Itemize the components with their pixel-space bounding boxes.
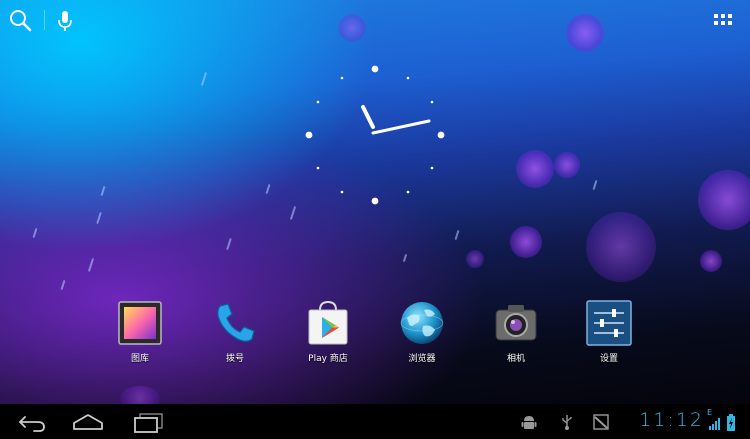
app-label: 图库 (130, 354, 149, 364)
wallpaper-streak (60, 279, 66, 291)
clock-hour-dots (305, 65, 445, 205)
wallpaper-streak (96, 211, 102, 225)
wallpaper-streak (226, 237, 232, 251)
play-store-icon (303, 298, 353, 348)
analog-clock-widget[interactable] (295, 55, 455, 215)
wallpaper-streak (592, 179, 598, 191)
app-label: 相机 (506, 354, 525, 364)
wallpaper-streak (32, 227, 38, 239)
app-play-store[interactable]: Play 商店 (288, 298, 368, 364)
app-camera[interactable]: 相机 (476, 298, 556, 364)
phone-icon (210, 298, 260, 348)
app-label: 浏览器 (408, 354, 436, 364)
wallpaper-streak (402, 253, 408, 263)
home-screen: 图库 拨号 Play 商店 浏览器 相机 设置 11:12 E (0, 0, 750, 439)
wallpaper-bokeh (698, 170, 750, 230)
app-settings[interactable]: 设置 (569, 298, 649, 364)
signal-strength-icon (708, 416, 722, 430)
wallpaper-bokeh (516, 150, 554, 188)
camera-icon (491, 298, 541, 348)
wallpaper-bokeh (554, 152, 580, 178)
system-bar: 11:12 E (0, 404, 750, 439)
browser-globe-icon (397, 298, 447, 348)
app-label: 设置 (599, 354, 618, 364)
back-icon[interactable] (12, 410, 52, 434)
microphone-icon[interactable] (52, 8, 78, 34)
wallpaper-streak (265, 183, 271, 195)
search-icon[interactable] (8, 8, 34, 34)
app-label: Play 商店 (308, 354, 348, 364)
usb-icon (558, 413, 576, 431)
app-browser[interactable]: 浏览器 (382, 298, 462, 364)
wallpaper-bokeh (338, 14, 366, 42)
wallpaper-bokeh (510, 226, 542, 258)
clock-minute-hand (371, 119, 431, 135)
wallpaper-streak (100, 185, 106, 197)
screenshot-notification-icon (592, 413, 610, 431)
all-apps-icon[interactable] (710, 8, 736, 34)
app-phone[interactable]: 拨号 (195, 298, 275, 364)
app-label: 拨号 (225, 354, 244, 364)
home-icon[interactable] (68, 410, 108, 434)
wallpaper-bokeh (466, 250, 484, 268)
status-time[interactable]: 11:12 (639, 409, 704, 431)
gallery-icon (115, 298, 165, 348)
wallpaper-streak (87, 258, 95, 272)
wallpaper-streak (200, 72, 208, 86)
wallpaper-bokeh (566, 14, 604, 52)
recent-apps-icon[interactable] (128, 410, 168, 434)
battery-charging-icon (726, 414, 736, 432)
app-gallery[interactable]: 图库 (100, 298, 180, 364)
clock-hour-hand (361, 105, 375, 129)
wallpaper-bokeh (700, 250, 722, 272)
wallpaper-bokeh (586, 212, 656, 282)
top-bar-divider (44, 10, 45, 30)
wallpaper-streak (454, 229, 460, 241)
settings-icon (584, 298, 634, 348)
android-debug-icon (520, 413, 538, 431)
